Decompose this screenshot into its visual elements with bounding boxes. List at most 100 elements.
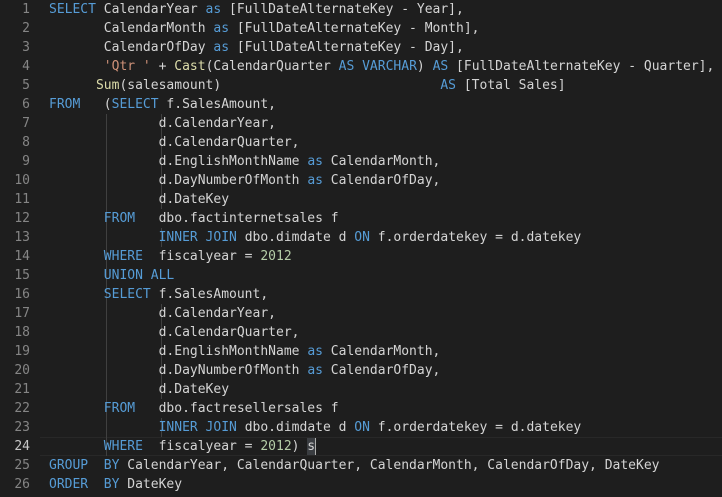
keyword-token: ON xyxy=(354,230,370,245)
identifier-token: + xyxy=(150,59,175,74)
identifier-token: DateKey xyxy=(119,477,183,492)
identifier-token: CalendarMonth xyxy=(103,21,214,36)
code-line[interactable]: FROM dbo.factinternetsales f xyxy=(104,209,339,228)
code-line[interactable]: CalendarMonth as [FullDateAlternateKey -… xyxy=(104,19,480,38)
identifier-token: ) xyxy=(416,59,433,74)
identifier-token: d.DateKey xyxy=(158,192,230,207)
keyword-token: as xyxy=(213,21,230,36)
code-line[interactable]: FROM (SELECT f.SalesAmount, xyxy=(49,95,276,114)
identifier-token: [FullDateAlternateKey - Month], xyxy=(229,21,480,36)
identifier-token: dbo.dimdate d xyxy=(236,230,355,245)
identifier-token: d.CalendarQuarter, xyxy=(158,135,300,150)
code-line[interactable]: 'Qtr ' + Cast(CalendarQuarter AS VARCHAR… xyxy=(104,57,715,76)
code-area[interactable]: SELECT CalendarYear as [FullDateAlternat… xyxy=(0,0,722,497)
identifier-token: d.DayNumberOfMonth xyxy=(158,363,308,378)
code-line[interactable]: SELECT CalendarYear as [FullDateAlternat… xyxy=(49,0,464,19)
keyword-token: GROUP xyxy=(49,458,89,473)
keyword-token: INNER JOIN xyxy=(158,230,237,245)
identifier-token: d.DayNumberOfMonth xyxy=(158,173,308,188)
keyword-token: as xyxy=(307,154,323,169)
keyword-token: FROM xyxy=(103,211,136,226)
identifier-token: f.SalesAmount, xyxy=(150,287,269,302)
code-line[interactable]: d.EnglishMonthName as CalendarMonth, xyxy=(159,152,441,171)
code-line[interactable]: UNION ALL xyxy=(104,266,174,285)
identifier-token: dbo.factinternetsales f xyxy=(135,211,339,226)
identifier-token: CalendarYear, CalendarQuarter, CalendarM… xyxy=(119,458,660,473)
identifier-token: fiscalyear = xyxy=(142,439,261,454)
keyword-token: ORDER xyxy=(49,477,89,492)
code-line[interactable]: WHERE fiscalyear = 2012) s xyxy=(104,437,315,456)
code-line[interactable]: d.DateKey xyxy=(159,190,229,209)
number-token: 2012 xyxy=(260,439,292,454)
identifier-token: ) s xyxy=(291,439,316,454)
code-line[interactable]: d.DayNumberOfMonth as CalendarOfDay, xyxy=(159,171,441,190)
code-line[interactable]: WHERE fiscalyear = 2012 xyxy=(104,247,292,266)
identifier-token: dbo.dimdate d xyxy=(236,420,355,435)
identifier-token: [Total Sales] xyxy=(456,78,566,93)
keyword-token: FROM xyxy=(49,97,81,112)
code-line[interactable]: Sum(salesamount) AS [Total Sales] xyxy=(96,76,566,95)
identifier-token: [FullDateAlternateKey - Year], xyxy=(221,2,464,17)
function-token: Sum xyxy=(95,78,120,93)
string-token: 'Qtr ' xyxy=(103,59,151,74)
identifier-token: CalendarOfDay, xyxy=(322,363,441,378)
keyword-token: BY xyxy=(103,458,120,473)
code-line[interactable]: INNER JOIN dbo.dimdate d ON f.orderdatek… xyxy=(159,228,582,247)
code-line[interactable]: GROUP BY CalendarYear, CalendarQuarter, … xyxy=(49,456,660,475)
keyword-token: ON xyxy=(354,420,370,435)
code-line[interactable]: ORDER BY DateKey xyxy=(49,475,182,494)
keyword-token: BY xyxy=(103,477,120,492)
identifier-token xyxy=(88,477,104,492)
identifier-token: CalendarMonth, xyxy=(322,344,441,359)
identifier-token: d.CalendarYear, xyxy=(158,116,276,131)
identifier-token: d.EnglishMonthName xyxy=(158,344,308,359)
code-line[interactable]: d.CalendarYear, xyxy=(159,304,276,323)
keyword-token: WHERE xyxy=(103,249,143,264)
identifier-token: (salesamount) xyxy=(119,78,441,93)
identifier-token: f.orderdatekey = d.datekey xyxy=(369,420,582,435)
identifier-token: CalendarYear xyxy=(95,2,206,17)
code-editor[interactable]: 1 2 3 4 5 6 7 8 9 10 11 12 13 14 15 16 17 18 19 20 21 22 23 24 2… xyxy=(0,0,722,497)
code-line[interactable]: SELECT f.SalesAmount, xyxy=(104,285,268,304)
code-line[interactable]: INNER JOIN dbo.dimdate d ON f.orderdatek… xyxy=(159,418,582,437)
keyword-token: UNION ALL xyxy=(103,268,175,283)
function-token: Cast xyxy=(174,59,206,74)
keyword-token: as xyxy=(213,40,230,55)
keyword-token: AS xyxy=(338,59,355,74)
keyword-token: INNER JOIN xyxy=(158,420,237,435)
keyword-token: WHERE xyxy=(103,439,143,454)
code-line[interactable]: d.DateKey xyxy=(159,380,229,399)
keyword-token: as xyxy=(307,173,323,188)
code-line[interactable]: FROM dbo.factresellersales f xyxy=(104,399,339,418)
identifier-token: d.DateKey xyxy=(158,382,230,397)
code-line[interactable]: d.CalendarYear, xyxy=(159,114,276,133)
code-line[interactable]: d.CalendarQuarter, xyxy=(159,323,300,342)
identifier-token: CalendarMonth, xyxy=(322,154,441,169)
code-line[interactable]: CalendarOfDay as [FullDateAlternateKey -… xyxy=(104,38,464,57)
identifier-token: d.CalendarYear, xyxy=(158,306,276,321)
keyword-token: FROM xyxy=(103,401,136,416)
keyword-token: as xyxy=(307,344,323,359)
keyword-token: SELECT xyxy=(49,2,96,17)
keyword-token: VARCHAR xyxy=(362,59,417,74)
identifier-token: dbo.factresellersales f xyxy=(135,401,339,416)
identifier-token: f.orderdatekey = d.datekey xyxy=(369,230,582,245)
identifier-token: [FullDateAlternateKey - Day], xyxy=(229,40,464,55)
identifier-token xyxy=(354,59,362,74)
identifier-token: d.EnglishMonthName xyxy=(158,154,308,169)
keyword-token: AS xyxy=(440,78,457,93)
code-line[interactable]: d.CalendarQuarter, xyxy=(159,133,300,152)
identifier-token: CalendarOfDay, xyxy=(322,173,441,188)
keyword-token: AS xyxy=(432,59,449,74)
number-token: 2012 xyxy=(260,249,292,264)
identifier-token: f.SalesAmount, xyxy=(158,97,276,112)
code-line[interactable]: d.DayNumberOfMonth as CalendarOfDay, xyxy=(159,361,441,380)
identifier-token: ( xyxy=(80,97,112,112)
identifier-token: d.CalendarQuarter, xyxy=(158,325,300,340)
keyword-token: SELECT xyxy=(111,97,159,112)
text-cursor xyxy=(315,438,317,455)
identifier-token: (CalendarQuarter xyxy=(205,59,339,74)
code-line[interactable]: d.EnglishMonthName as CalendarMonth, xyxy=(159,342,441,361)
keyword-token: as xyxy=(307,363,323,378)
identifier-token: CalendarOfDay xyxy=(103,40,214,55)
